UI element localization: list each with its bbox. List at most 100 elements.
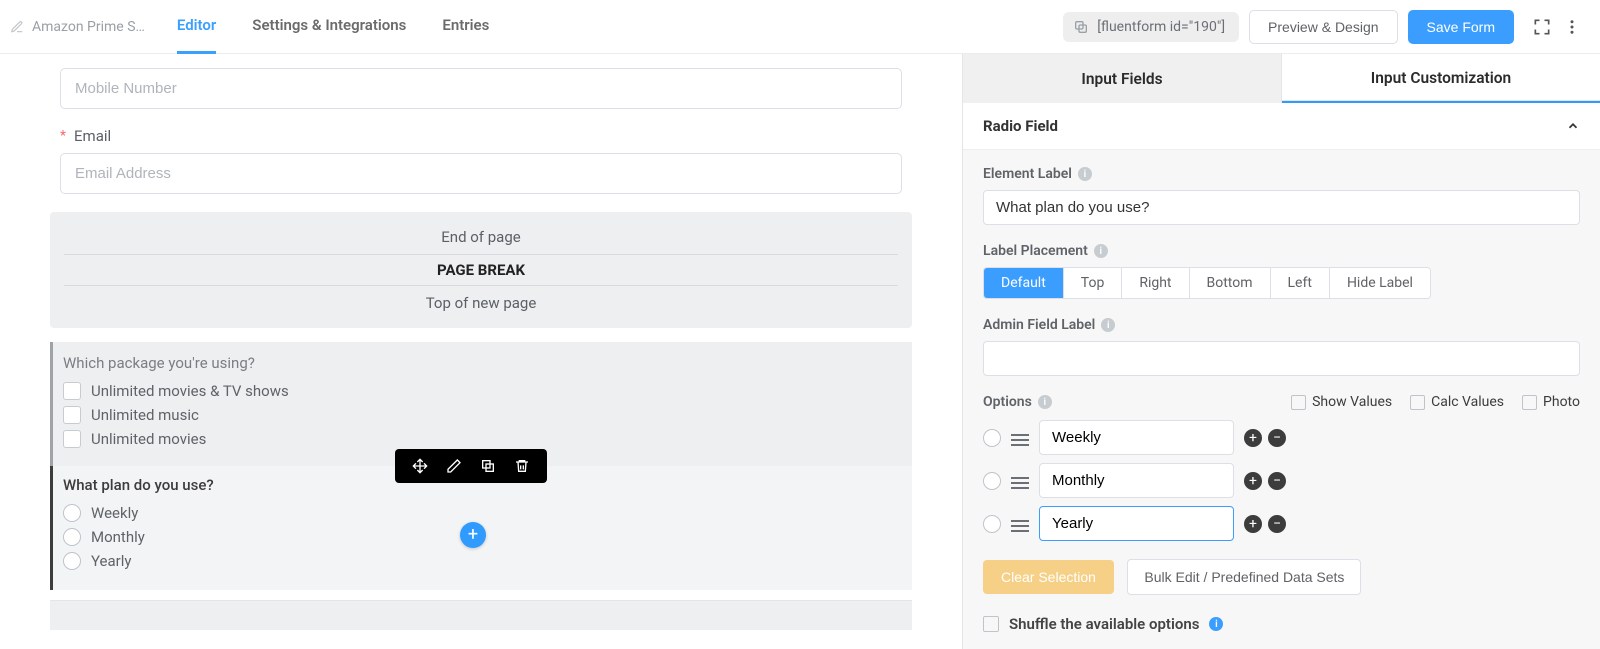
remove-option-button[interactable]: − (1268, 515, 1286, 533)
add-option-button[interactable]: + (1244, 515, 1262, 533)
form-canvas: * Email End of page PAGE BREAK Top of ne… (0, 54, 963, 649)
tab-input-customization[interactable]: Input Customization (1282, 54, 1600, 103)
required-star-icon: * (60, 129, 66, 143)
option-row: + − (983, 463, 1580, 498)
form-title-edit[interactable]: Amazon Prime S… (10, 19, 145, 35)
email-label: Email (74, 127, 111, 145)
drag-handle-icon[interactable] (1011, 431, 1029, 445)
option-default-radio[interactable] (983, 515, 1001, 533)
empty-block (50, 600, 912, 630)
page-break-end-text: End of page (64, 226, 898, 248)
placement-bottom[interactable]: Bottom (1190, 268, 1271, 298)
option-default-radio[interactable] (983, 429, 1001, 447)
save-form-button[interactable]: Save Form (1408, 10, 1514, 44)
shortcode-text: [fluentform id="190"] (1097, 19, 1225, 35)
info-icon[interactable]: i (1209, 617, 1223, 631)
placement-top[interactable]: Top (1064, 268, 1123, 298)
clear-selection-button[interactable]: Clear Selection (983, 560, 1114, 594)
photo-checkbox[interactable]: Photo (1522, 394, 1580, 410)
fullscreen-icon[interactable] (1530, 15, 1554, 39)
add-option-button[interactable]: + (1244, 429, 1262, 447)
plan-option[interactable]: Weekly (63, 504, 902, 522)
package-option[interactable]: Unlimited movies (63, 430, 902, 448)
placement-default[interactable]: Default (984, 268, 1064, 298)
pencil-icon (10, 20, 24, 34)
add-option-button[interactable]: + (1244, 472, 1262, 490)
package-option-label: Unlimited movies (91, 430, 206, 448)
field-package[interactable]: Which package you're using? Unlimited mo… (50, 342, 912, 466)
placement-hide[interactable]: Hide Label (1330, 268, 1430, 298)
tab-entries[interactable]: Entries (442, 0, 489, 54)
shuffle-checkbox[interactable] (983, 616, 999, 632)
info-icon[interactable]: i (1038, 395, 1052, 409)
mobile-input[interactable] (60, 68, 902, 109)
checkbox-icon[interactable] (63, 430, 81, 448)
package-option-label: Unlimited music (91, 406, 199, 424)
copy-icon (1073, 19, 1089, 35)
options-header: Options i (983, 394, 1052, 410)
option-row: + − (983, 506, 1580, 541)
form-title-text: Amazon Prime S… (32, 19, 145, 35)
package-option[interactable]: Unlimited music (63, 406, 902, 424)
radio-icon[interactable] (63, 552, 81, 570)
option-label-input[interactable] (1039, 420, 1234, 455)
shortcode-copy[interactable]: [fluentform id="190"] (1063, 12, 1239, 42)
sidebar: Input Fields Input Customization Radio F… (963, 54, 1600, 649)
admin-label-header: Admin Field Label i (983, 317, 1580, 333)
sidebar-section-title: Radio Field (983, 117, 1058, 135)
info-icon[interactable]: i (1078, 167, 1092, 181)
info-icon[interactable]: i (1094, 244, 1108, 258)
label-placement-group: Default Top Right Bottom Left Hide Label (983, 267, 1431, 299)
option-label-input[interactable] (1039, 506, 1234, 541)
drag-handle-icon[interactable] (1011, 517, 1029, 531)
move-icon[interactable] (405, 455, 435, 477)
calc-values-checkbox[interactable]: Calc Values (1410, 394, 1504, 410)
duplicate-icon[interactable] (473, 455, 503, 477)
radio-icon[interactable] (63, 528, 81, 546)
admin-label-input[interactable] (983, 341, 1580, 376)
field-email[interactable]: * Email (50, 123, 912, 198)
package-option[interactable]: Unlimited movies & TV shows (63, 382, 902, 400)
element-label-input[interactable] (983, 190, 1580, 225)
package-question-label: Which package you're using? (63, 354, 902, 372)
preview-design-button[interactable]: Preview & Design (1249, 10, 1398, 44)
show-values-checkbox[interactable]: Show Values (1291, 394, 1392, 410)
option-row: + − (983, 420, 1580, 455)
plan-option-label: Yearly (91, 552, 131, 570)
option-default-radio[interactable] (983, 472, 1001, 490)
page-break-element[interactable]: End of page PAGE BREAK Top of new page (50, 212, 912, 328)
trash-icon[interactable] (507, 455, 537, 477)
sidebar-section-header[interactable]: Radio Field (963, 103, 1600, 150)
remove-option-button[interactable]: − (1268, 429, 1286, 447)
checkbox-icon[interactable] (63, 382, 81, 400)
drag-handle-icon[interactable] (1011, 474, 1029, 488)
tab-settings[interactable]: Settings & Integrations (252, 0, 406, 54)
field-mobile[interactable] (50, 54, 912, 113)
label-placement-header: Label Placement i (983, 243, 1580, 259)
tab-editor[interactable]: Editor (177, 0, 216, 54)
option-label-input[interactable] (1039, 463, 1234, 498)
bulk-edit-button[interactable]: Bulk Edit / Predefined Data Sets (1127, 559, 1361, 595)
tab-input-fields[interactable]: Input Fields (963, 54, 1282, 103)
element-label-header: Element Label i (983, 166, 1580, 182)
sidebar-tabs: Input Fields Input Customization (963, 54, 1600, 103)
checkbox-icon[interactable] (63, 406, 81, 424)
plan-option[interactable]: Yearly (63, 552, 902, 570)
edit-icon[interactable] (439, 455, 469, 477)
plan-option-label: Weekly (91, 504, 138, 522)
page-break-top-text: Top of new page (64, 292, 898, 314)
email-input[interactable] (60, 153, 902, 194)
chevron-up-icon (1566, 119, 1580, 133)
package-option-label: Unlimited movies & TV shows (91, 382, 289, 400)
add-field-button[interactable]: + (460, 522, 486, 548)
info-icon[interactable]: i (1101, 318, 1115, 332)
plan-option-label: Monthly (91, 528, 145, 546)
more-menu-icon[interactable] (1560, 15, 1584, 39)
placement-right[interactable]: Right (1122, 268, 1189, 298)
shuffle-label: Shuffle the available options (1009, 615, 1199, 633)
radio-icon[interactable] (63, 504, 81, 522)
placement-left[interactable]: Left (1271, 268, 1330, 298)
top-tabs: Editor Settings & Integrations Entries (177, 0, 489, 54)
field-action-toolbar (395, 449, 547, 483)
remove-option-button[interactable]: − (1268, 472, 1286, 490)
